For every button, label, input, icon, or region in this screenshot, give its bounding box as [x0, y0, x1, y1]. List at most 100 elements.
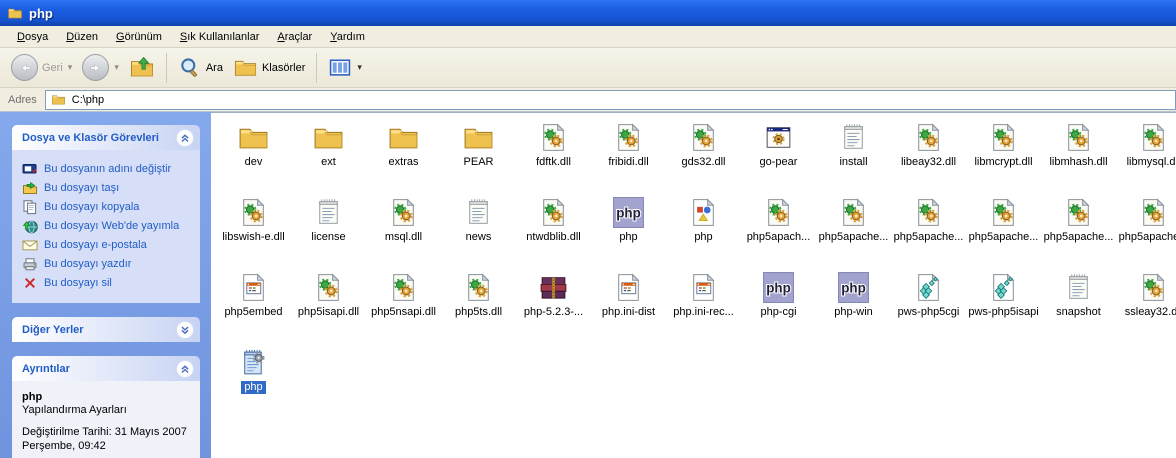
- panel-file-tasks-header[interactable]: Dosya ve Klasör Görevleri: [12, 125, 200, 150]
- file-item[interactable]: php5apache...: [891, 193, 966, 268]
- task-label: Bu dosyayı kopyala: [44, 201, 139, 213]
- forward-button[interactable]: ▾: [77, 51, 124, 84]
- file-item[interactable]: snapshot: [1041, 268, 1116, 343]
- collapse-button[interactable]: [176, 129, 194, 147]
- file-label: gds32.dll: [678, 156, 728, 169]
- file-item[interactable]: libmhash.dll: [1041, 118, 1116, 193]
- task-item[interactable]: Bu dosyayı taşı: [22, 178, 194, 197]
- file-item[interactable]: php-5.2.3-...: [516, 268, 591, 343]
- file-item[interactable]: dev: [216, 118, 291, 193]
- forward-dropdown-icon[interactable]: ▾: [114, 62, 119, 73]
- file-item[interactable]: ntwdblib.dll: [516, 193, 591, 268]
- file-item[interactable]: pws-php5isapi: [966, 268, 1041, 343]
- expand-button[interactable]: [176, 321, 194, 339]
- file-item[interactable]: php: [666, 193, 741, 268]
- task-item[interactable]: Bu dosyayı sil: [22, 273, 194, 292]
- dll-icon: [1137, 120, 1171, 154]
- menu-item[interactable]: Sık Kullanılanlar: [171, 28, 269, 46]
- file-label: fdftk.dll: [533, 156, 574, 169]
- file-item[interactable]: ext: [291, 118, 366, 193]
- views-dropdown-icon[interactable]: ▾: [357, 62, 362, 73]
- task-label: Bu dosyayı e-postala: [44, 239, 147, 251]
- back-button[interactable]: Geri ▾: [6, 51, 77, 84]
- details-modified: Değiştirilme Tarihi: 31 Mayıs 2007 Perşe…: [22, 425, 194, 453]
- file-label: php-win: [831, 306, 876, 319]
- file-label: install: [836, 156, 870, 169]
- menu-item[interactable]: Dosya: [8, 28, 57, 46]
- move-icon: [22, 180, 38, 196]
- back-dropdown-icon[interactable]: ▾: [68, 62, 73, 73]
- menu-bar: DosyaDüzenGörünümSık KullanılanlarAraçla…: [0, 26, 1176, 48]
- file-item[interactable]: php5apache...: [816, 193, 891, 268]
- up-button[interactable]: [124, 52, 160, 84]
- dll-icon: [237, 195, 271, 229]
- dll-icon: [387, 270, 421, 304]
- file-item[interactable]: php5apache...: [966, 193, 1041, 268]
- file-item[interactable]: libeay32.dll: [891, 118, 966, 193]
- collapse-button[interactable]: [176, 360, 194, 378]
- file-item[interactable]: php5isapi.dll: [291, 268, 366, 343]
- file-label: php5apache...: [966, 231, 1042, 244]
- file-label: php5apach...: [744, 231, 814, 244]
- task-item[interactable]: Bu dosyayı kopyala: [22, 197, 194, 216]
- file-item[interactable]: php5nsapi.dll: [366, 268, 441, 343]
- file-item[interactable]: extras: [366, 118, 441, 193]
- menu-item[interactable]: Görünüm: [107, 28, 171, 46]
- menu-item[interactable]: Araçlar: [268, 28, 321, 46]
- views-button[interactable]: ▾: [323, 53, 367, 83]
- toolbar: Geri ▾ ▾ Ara: [0, 48, 1176, 88]
- file-item[interactable]: fdftk.dll: [516, 118, 591, 193]
- file-item[interactable]: php-cgi: [741, 268, 816, 343]
- file-item[interactable]: pws-php5cgi: [891, 268, 966, 343]
- details-body: php Yapılandırma Ayarları Değiştirilme T…: [12, 381, 200, 458]
- folders-button[interactable]: Klasörler: [228, 52, 310, 83]
- panel-details-header[interactable]: Ayrıntılar: [12, 356, 200, 381]
- up-folder-icon: [129, 55, 155, 81]
- file-label: php.ini-dist: [599, 306, 658, 319]
- file-item[interactable]: php: [591, 193, 666, 268]
- file-item[interactable]: fribidi.dll: [591, 118, 666, 193]
- file-item[interactable]: php5apach...: [741, 193, 816, 268]
- menu-item[interactable]: Yardım: [321, 28, 374, 46]
- window-titlebar[interactable]: php: [0, 0, 1176, 26]
- task-item[interactable]: Bu dosyayı yazdır: [22, 254, 194, 273]
- file-item[interactable]: php5apache...: [1116, 193, 1176, 268]
- file-label: libmcrypt.dll: [971, 156, 1035, 169]
- file-item[interactable]: php5embed: [216, 268, 291, 343]
- file-item[interactable]: php.ini-rec...: [666, 268, 741, 343]
- file-item[interactable]: gds32.dll: [666, 118, 741, 193]
- copy-icon: [22, 199, 38, 215]
- task-item[interactable]: Bu dosyanın adını değiştir: [22, 159, 194, 178]
- file-item[interactable]: libswish-e.dll: [216, 193, 291, 268]
- folders-icon: [233, 55, 258, 80]
- menu-item[interactable]: Düzen: [57, 28, 107, 46]
- dll-icon: [912, 195, 946, 229]
- file-item[interactable]: php: [216, 343, 291, 418]
- file-item[interactable]: php5ts.dll: [441, 268, 516, 343]
- file-list-area: dev ext extras PEAR fdftk.dll fribidi.dl…: [211, 112, 1176, 458]
- file-item[interactable]: PEAR: [441, 118, 516, 193]
- file-item[interactable]: php-win: [816, 268, 891, 343]
- file-item[interactable]: news: [441, 193, 516, 268]
- file-item[interactable]: libmcrypt.dll: [966, 118, 1041, 193]
- file-item[interactable]: php5apache...: [1041, 193, 1116, 268]
- task-item[interactable]: Bu dosyayı e-postala: [22, 235, 194, 254]
- image-icon: [687, 195, 721, 229]
- panel-other-places-header[interactable]: Diğer Yerler: [12, 317, 200, 342]
- file-label: php5isapi.dll: [295, 306, 362, 319]
- task-label: Bu dosyayı taşı: [44, 182, 119, 194]
- file-item[interactable]: msql.dll: [366, 193, 441, 268]
- task-pane: Dosya ve Klasör Görevleri Bu dosyanın ad…: [0, 112, 211, 458]
- file-item[interactable]: license: [291, 193, 366, 268]
- file-item[interactable]: install: [816, 118, 891, 193]
- task-item[interactable]: Bu dosyayı Web'de yayımla: [22, 216, 194, 235]
- file-item[interactable]: go-pear: [741, 118, 816, 193]
- text-icon: [312, 195, 346, 229]
- search-button[interactable]: Ara: [173, 53, 228, 83]
- file-label: libswish-e.dll: [219, 231, 287, 244]
- address-input[interactable]: C:\php: [45, 90, 1176, 110]
- file-item[interactable]: php.ini-dist: [591, 268, 666, 343]
- panel-details: Ayrıntılar php Yapılandırma Ayarları Değ…: [12, 356, 200, 458]
- file-item[interactable]: ssleay32.dll: [1116, 268, 1176, 343]
- file-item[interactable]: libmysql.dll: [1116, 118, 1176, 193]
